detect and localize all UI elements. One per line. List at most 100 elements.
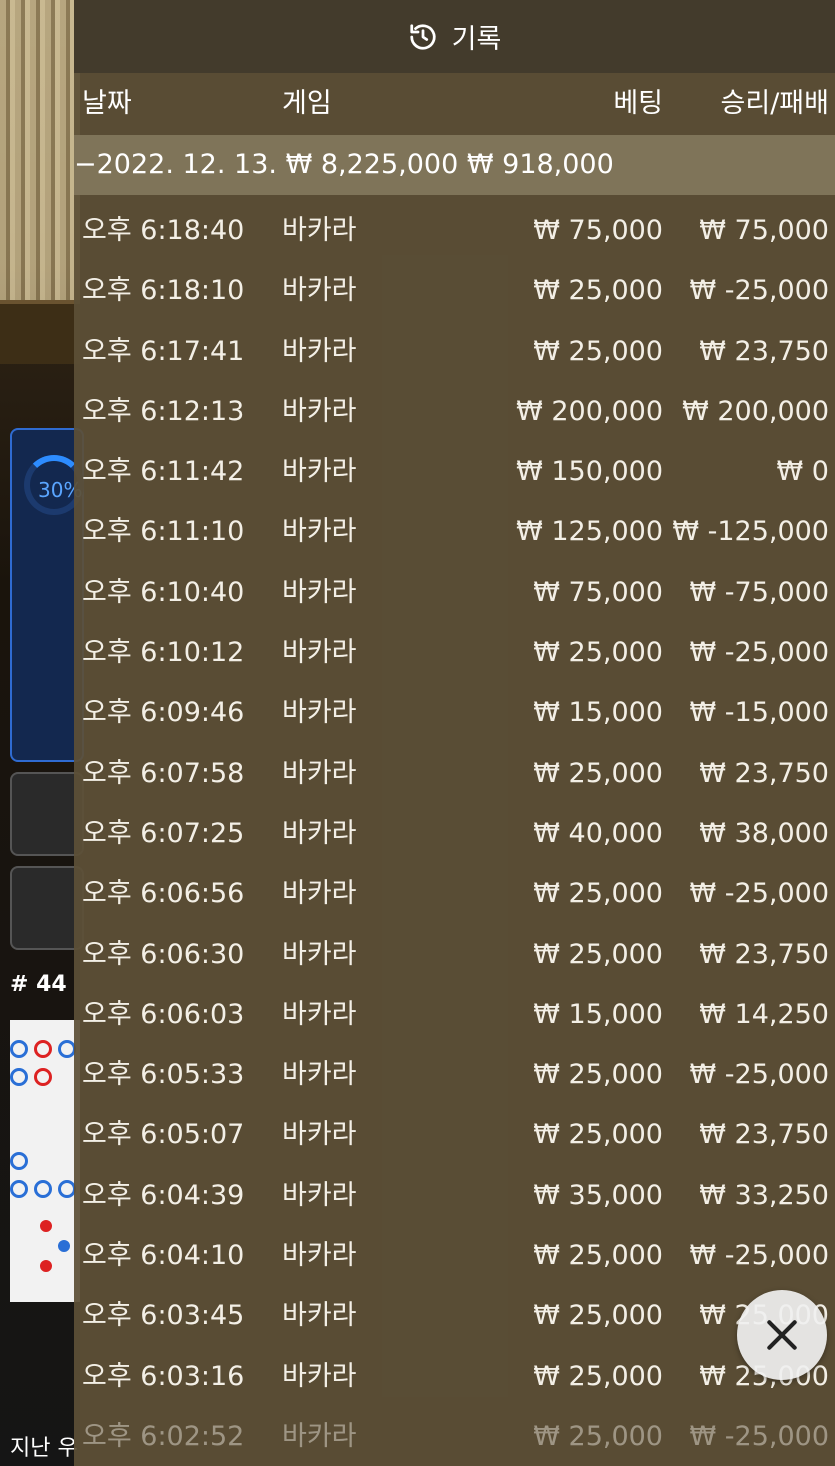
row-game: 바카라 [282,938,357,970]
history-row: 오후 6:03:45바카라₩ 25,000₩ 25,000 [74,1286,835,1346]
row-time: 오후 6:07:58 [82,757,245,789]
row-bet: ₩ 25,000 [533,757,663,789]
last-round-label: 지난 우 [10,1436,78,1461]
row-bet: ₩ 25,000 [533,1059,663,1091]
row-time: 오후 6:11:10 [82,516,245,548]
row-result: ₩ 23,750 [699,757,829,789]
row-game: 바카라 [282,1360,357,1392]
game-table-edge [0,300,80,364]
bead-road-board [10,1020,80,1302]
row-time: 오후 6:06:56 [82,878,245,910]
row-result: ₩ -25,000 [689,878,830,910]
history-row: 오후 6:07:58 바카라 ₩ 25,000 ₩ 23,750 [74,744,835,804]
close-icon [767,1320,797,1350]
row-game: 바카라 [282,697,357,729]
side-button-1[interactable] [10,772,84,856]
row-time: 오후 6:17:41 [82,335,245,367]
row-game: 바카라 [282,275,357,307]
history-row: 오후 6:10:12 바카라 ₩ 25,000 ₩ -25,000 [74,623,835,683]
row-result: ₩ -25,000 [689,1420,830,1452]
row-game: 바카라 [282,1059,357,1091]
history-title: 기록 [451,24,502,55]
round-label: # 44 [10,972,67,997]
row-result: ₩ 23,750 [699,938,829,970]
row-bet: ₩ 40,000 [533,817,663,849]
row-result: ₩ 23,750 [699,1119,829,1151]
row-time: 오후 6:09:46 [82,697,245,729]
row-result: ₩ -75,000 [689,576,830,608]
history-row: 오후 6:18:40 바카라 ₩ 75,000 ₩ 75,000 [74,201,835,261]
history-row: 오후 6:05:07 바카라 ₩ 25,000 ₩ 23,750 [74,1105,835,1165]
row-bet: ₩ 75,000 [533,215,663,246]
row-time: 오후 6:06:03 [82,998,245,1030]
row-bet: ₩ 200,000 [516,395,663,427]
row-bet: ₩ 25,000 [533,938,663,970]
column-result: 승리/패배 [720,88,829,119]
row-bet: ₩ 35,000 [533,1179,663,1211]
row-bet: ₩ 25,000 [533,335,663,367]
bead-circle [10,1180,28,1198]
history-icon [410,23,436,50]
history-list: 오후 6:18:40 바카라 ₩ 75,000 ₩ 75,000 오후 6:18:10 바… [74,195,835,1466]
row-result: ₩ -25,000 [689,637,830,669]
bead-dot [58,1240,70,1252]
history-row: 오후 6:03:16바카라₩ 25,000₩ 25,000 [74,1347,835,1407]
history-row: 오후 6:04:39 바카라 ₩ 35,000 ₩ 33,250 [74,1166,835,1226]
row-game: 바카라 [282,576,357,608]
bead-circle [10,1040,28,1058]
row-time: 오후 6:18:10 [82,275,245,307]
date-group-row[interactable]: −2022. 12. 13. ₩ 8,225,000 ₩ 918,000 [74,135,835,195]
history-row: 오후 6:10:40 바카라 ₩ 75,000 ₩ -75,000 [74,563,835,623]
row-bet: ₩ 25,000 [533,1240,663,1272]
row-game: 바카라 [282,878,357,910]
row-time: 오후 6:05:33 [82,1059,245,1091]
date-group-date: −2022. 12. 13. [74,149,277,180]
row-game: 바카라 [282,395,357,427]
row-result: ₩ 38,000 [699,817,829,849]
side-button-2[interactable] [10,866,84,950]
row-bet: ₩ 25,000 [533,1360,663,1392]
history-row: 오후 6:06:03 바카라 ₩ 15,000 ₩ 14,250 [74,985,835,1045]
row-game: 바카라 [282,516,357,548]
row-time: 오후 6:03:45 [82,1300,245,1332]
column-date: 날짜 [82,88,132,119]
row-result: ₩ 200,000 [682,395,829,427]
row-game: 바카라 [282,998,357,1030]
row-game: 바카라 [282,1179,357,1211]
close-button[interactable] [737,1290,827,1380]
row-game: 바카라 [282,757,357,789]
row-result: ₩ -125,000 [672,516,829,548]
date-group-total-result: ₩ 918,000 [466,149,614,180]
row-time: 오후 6:04:10 [82,1240,245,1272]
row-bet: ₩ 15,000 [533,697,663,729]
history-row: 오후 6:02:52 바카라 ₩ 25,000 ₩ -25,000 [74,1407,835,1466]
row-bet: ₩ 15,000 [533,998,663,1030]
row-game: 바카라 [282,335,357,367]
history-row: 오후 6:07:25 바카라 ₩ 40,000 ₩ 38,000 [74,804,835,864]
row-time: 오후 6:10:40 [82,576,245,608]
row-result: ₩ 23,750 [699,335,829,367]
date-group-total-bet: ₩ 8,225,000 [285,149,459,180]
row-time: 오후 6:02:52 [82,1420,245,1452]
bead-circle [34,1068,52,1086]
row-game: 바카라 [282,817,357,849]
row-result: ₩ -25,000 [689,1059,830,1091]
row-result: ₩ 14,250 [699,998,829,1030]
bead-circle [10,1152,28,1170]
row-bet: ₩ 75,000 [533,576,663,608]
bead-circle [34,1180,52,1198]
history-row: 오후 6:18:10 바카라 ₩ 25,000 ₩ -25,000 [74,261,835,321]
row-time: 오후 6:05:07 [82,1119,245,1151]
row-result: ₩ 75,000 [699,215,829,246]
bead-dot [40,1260,52,1272]
row-bet: ₩ 25,000 [533,275,663,307]
row-time: 오후 6:11:42 [82,456,245,488]
row-game: 바카라 [282,1240,357,1272]
row-bet: ₩ 25,000 [533,1300,663,1332]
row-result: ₩ -15,000 [689,697,830,729]
history-row: 오후 6:05:33 바카라 ₩ 25,000 ₩ -25,000 [74,1045,835,1105]
row-result: ₩ -25,000 [689,275,830,307]
row-game: 바카라 [282,456,357,488]
row-time: 오후 6:06:30 [82,938,245,970]
history-row: 오후 6:06:30 바카라 ₩ 25,000 ₩ 23,750 [74,925,835,985]
